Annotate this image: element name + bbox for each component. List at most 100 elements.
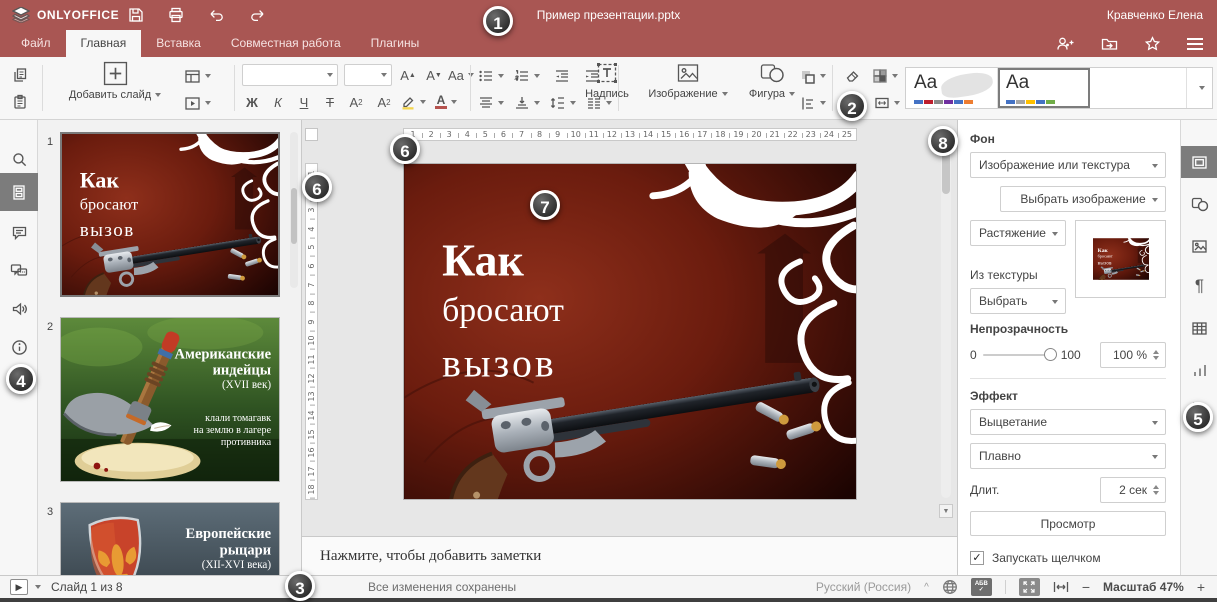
notes-area[interactable]: Нажмите, чтобы добавить заметки [302,536,957,575]
image-settings-icon[interactable] [1181,230,1217,262]
insert-shape-button[interactable]: Фигура [740,61,804,100]
zoom-in-button[interactable]: + [1197,579,1205,595]
insert-image-button[interactable]: Изображение [640,61,736,100]
slide-thumbnail-3[interactable] [60,502,280,575]
effect-mode-select[interactable]: Плавно [970,443,1166,469]
paragraph-settings-icon[interactable]: ¶ [1181,270,1217,302]
highlight-color-button[interactable] [400,90,426,114]
about-info-icon[interactable] [0,330,38,364]
theme-gallery-expand-button[interactable] [1186,68,1212,108]
numbered-list-button[interactable] [514,64,540,88]
slide-thumbnail-2[interactable] [60,317,280,482]
slide-canvas[interactable] [403,163,857,500]
set-language-globe-icon[interactable] [942,579,958,595]
effect-select[interactable]: Выцветание [970,409,1166,435]
language-caret-icon[interactable]: ^ [924,582,929,593]
choose-image-button[interactable]: Выбрать изображение [1000,186,1166,212]
scroll-down-button[interactable]: ▼ [939,504,953,518]
undo-button[interactable] [208,7,225,23]
chat-icon[interactable] [0,254,38,288]
slides-panel-icon[interactable] [0,173,38,211]
thumbnails-scrollbar[interactable] [290,132,298,288]
opacity-min: 0 [970,348,977,362]
slide-layout-button[interactable] [184,64,211,88]
duration-spinner[interactable]: 2 сек [1100,477,1166,503]
decrease-indent-button[interactable] [550,64,574,88]
bullet-list-button[interactable] [478,64,504,88]
opacity-value-spinner[interactable]: 100 % [1100,342,1166,368]
font-name-combo[interactable] [242,64,338,86]
open-file-location-icon[interactable] [1101,36,1118,52]
bold-button[interactable]: Ж [240,90,264,114]
start-slideshow-statusbar-button[interactable]: ▶ [10,579,41,595]
superscript-button[interactable]: А2 [344,90,368,114]
increase-font-button[interactable]: А▲ [396,63,420,87]
start-on-click-checkbox[interactable]: ✓ [970,551,984,565]
decrease-font-button[interactable]: А▼ [422,63,446,87]
theme-card-1[interactable]: Aa [906,68,998,108]
insert-textbox-button[interactable]: Надпись [578,61,636,100]
start-on-click-label: Запускать щелчком [992,551,1101,565]
arrange-shape-button[interactable] [800,64,826,88]
fit-to-width-button[interactable] [1053,581,1069,593]
start-slideshow-button[interactable] [184,91,211,115]
feedback-icon[interactable] [0,292,38,326]
copy-button[interactable] [8,63,32,87]
slide-thumbnail-1[interactable] [60,132,280,297]
tab-home[interactable]: Главная [66,30,142,57]
underline-button[interactable]: Ч [292,90,316,114]
print-button[interactable] [168,7,184,23]
color-scheme-button[interactable] [872,64,898,88]
slide-number: 3 [47,506,53,518]
background-section-label: Фон [970,132,1166,146]
spellcheck-toggle[interactable]: АБВ✓ [971,578,992,596]
document-language[interactable]: Русский (Россия) [816,580,911,594]
preview-button[interactable]: Просмотр [970,511,1166,536]
horizontal-ruler[interactable]: 1234567891011121314151617181920212223242… [403,128,857,141]
chart-settings-icon[interactable] [1181,354,1217,386]
opacity-slider-knob[interactable] [1044,348,1057,361]
fill-mode-select[interactable]: Растяжение [970,220,1066,246]
line-spacing-button[interactable] [550,91,576,115]
align-shape-button[interactable] [800,91,826,115]
favorites-star-icon[interactable] [1144,36,1161,52]
slide-size-button[interactable] [874,91,900,115]
strikeout-button[interactable]: Т [318,90,342,114]
save-button[interactable] [128,7,144,23]
tab-collaboration[interactable]: Совместная работа [216,30,356,57]
add-user-icon[interactable] [1056,36,1075,52]
font-size-combo[interactable] [344,64,392,86]
redo-button[interactable] [249,7,266,23]
menu-hamburger-icon[interactable] [1187,38,1203,50]
background-type-select[interactable]: Изображение или текстура [970,152,1166,178]
theme-card-2-selected[interactable]: Aa [998,68,1090,108]
comments-icon[interactable] [0,216,38,250]
zoom-out-button[interactable]: − [1082,579,1090,595]
opacity-slider[interactable] [983,354,1055,356]
vertical-ruler[interactable]: 123456789101112131415161718 [305,163,318,500]
clear-style-button[interactable] [840,64,864,88]
fit-to-slide-button[interactable] [1019,578,1040,596]
slide-settings-icon[interactable] [1181,146,1217,178]
paste-button[interactable] [8,90,32,114]
vertical-align-button[interactable] [514,91,540,115]
status-bar: ▶ Слайд 1 из 8 Все изменения сохранены Р… [0,575,1217,598]
table-settings-icon[interactable] [1181,312,1217,344]
shape-settings-icon[interactable] [1181,188,1217,220]
search-icon[interactable] [0,142,38,176]
tab-insert[interactable]: Вставка [141,30,216,57]
font-color-button[interactable]: А [434,90,458,114]
texture-select[interactable]: Выбрать [970,288,1066,314]
canvas-scrollbar[interactable] [941,126,951,498]
tab-plugins[interactable]: Плагины [356,30,435,57]
from-texture-label: Из текстуры [970,268,1066,282]
callout-6: 6 [390,134,420,164]
user-name: Кравченко Елена [1107,0,1203,30]
callout-6: 6 [302,172,332,202]
add-slide-button[interactable]: Добавить слайд [52,61,178,101]
italic-button[interactable]: К [266,90,290,114]
subscript-button[interactable]: А2 [372,90,396,114]
horizontal-align-button[interactable] [478,91,504,115]
tab-file[interactable]: Файл [6,30,66,57]
ruler-tab-selector[interactable] [305,128,318,141]
